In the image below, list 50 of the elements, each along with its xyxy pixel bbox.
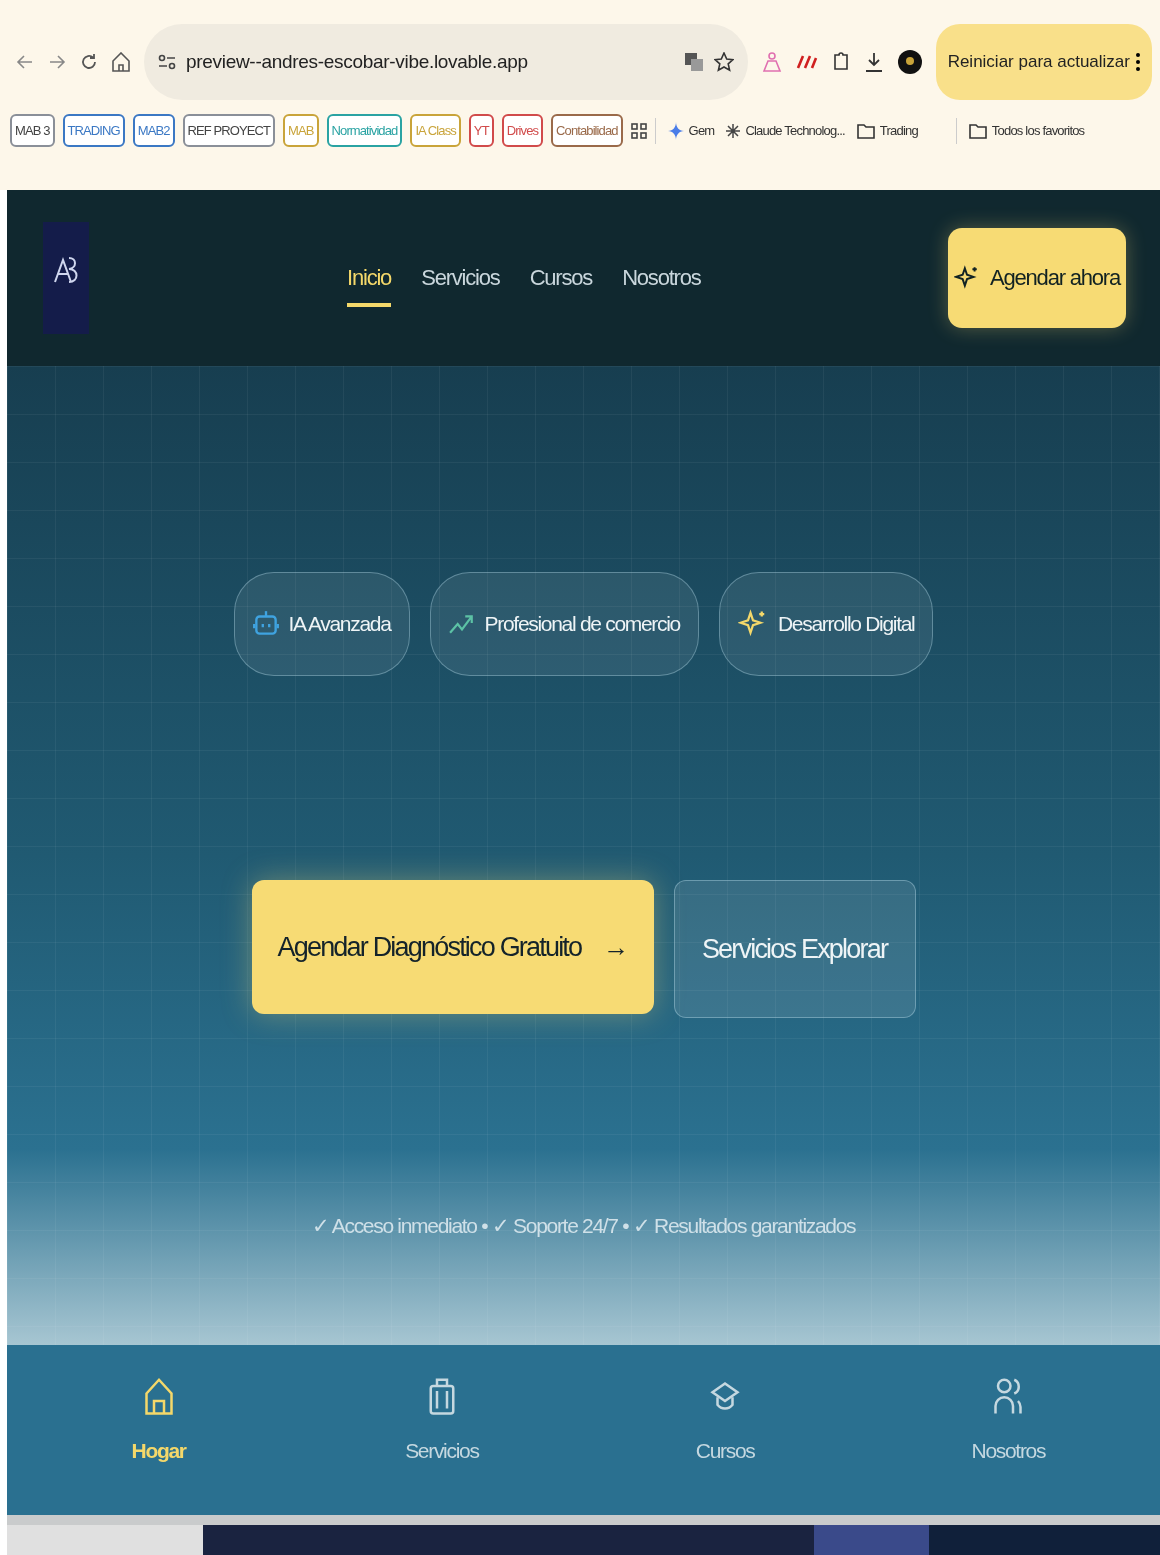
- bookmark-chip[interactable]: MAB 3: [10, 114, 55, 147]
- bookmark-chip[interactable]: REF PROYECT: [182, 114, 276, 147]
- bookmark-chip[interactable]: MAB2: [132, 114, 175, 147]
- schedule-button[interactable]: Agendar ahora: [948, 228, 1126, 328]
- bookmark-chip[interactable]: TRADING: [62, 114, 125, 147]
- bottom-nav-item[interactable]: Nosotros: [866, 1375, 1150, 1515]
- chip-label: IA Avanzada: [288, 612, 391, 636]
- folder-icon: [856, 122, 875, 139]
- diagnostic-button[interactable]: Agendar Diagnóstico Gratuito →: [251, 880, 654, 1014]
- translate-icon[interactable]: [683, 52, 704, 72]
- home-icon[interactable]: [112, 52, 130, 72]
- bookmark-link[interactable]: Trading: [856, 122, 918, 139]
- home-icon: [143, 1375, 174, 1417]
- bottom-nav-item[interactable]: Servicios: [300, 1375, 584, 1515]
- forward-icon[interactable]: [48, 53, 66, 71]
- folder-icon: [968, 122, 987, 139]
- star-icon[interactable]: [713, 52, 734, 72]
- apps-grid-icon[interactable]: [630, 122, 647, 139]
- bookmark-chip[interactable]: Contabilidad: [551, 114, 623, 147]
- bottom-nav-item[interactable]: Cursos: [583, 1375, 867, 1515]
- extensions-icon[interactable]: [831, 51, 850, 73]
- bookmark-link[interactable]: Claude Technolog...: [726, 123, 845, 138]
- url-text: preview--andres-escobar-vibe.lovable.app: [186, 51, 529, 73]
- nav-link[interactable]: Servicios: [421, 265, 500, 307]
- sparkle-icon: [954, 265, 980, 291]
- site-settings-icon[interactable]: [158, 53, 176, 71]
- chip-label: Profesional de comercio: [484, 612, 680, 636]
- bookmark-link[interactable]: Gem: [667, 121, 715, 140]
- logo-icon[interactable]: [43, 222, 89, 334]
- menu-dots-icon: [1136, 53, 1140, 71]
- extension-figure-icon[interactable]: [761, 51, 782, 73]
- bookmark-chip[interactable]: Drives: [501, 114, 544, 147]
- trend-up-icon: [448, 613, 475, 635]
- bottom-nav-item[interactable]: Hogar: [17, 1375, 301, 1515]
- chip-label: Desarrollo Digital: [778, 612, 915, 636]
- nav-link[interactable]: Cursos: [529, 265, 593, 307]
- all-bookmarks-link[interactable]: Todos los favoritos: [968, 122, 1085, 139]
- benefits-text: ✓ Acceso inmediato • ✓ Soporte 24/7 • ✓ Resultados garantizados: [311, 1214, 856, 1238]
- reload-icon[interactable]: [80, 53, 98, 71]
- download-icon[interactable]: [863, 51, 884, 73]
- profile-avatar-icon[interactable]: [897, 50, 922, 74]
- extension-mark-icon[interactable]: [795, 54, 818, 70]
- bookmark-chip[interactable]: YT: [468, 114, 494, 147]
- nav-link[interactable]: Inicio: [347, 265, 392, 307]
- address-bar[interactable]: preview--andres-escobar-vibe.lovable.app: [144, 24, 748, 100]
- asterisk-icon: [726, 123, 741, 138]
- nav-link[interactable]: Nosotros: [622, 265, 701, 307]
- explore-services-button[interactable]: Servicios Explorar: [673, 880, 916, 1018]
- back-icon[interactable]: [16, 53, 34, 71]
- update-button[interactable]: Reiniciar para actualizar: [935, 24, 1152, 100]
